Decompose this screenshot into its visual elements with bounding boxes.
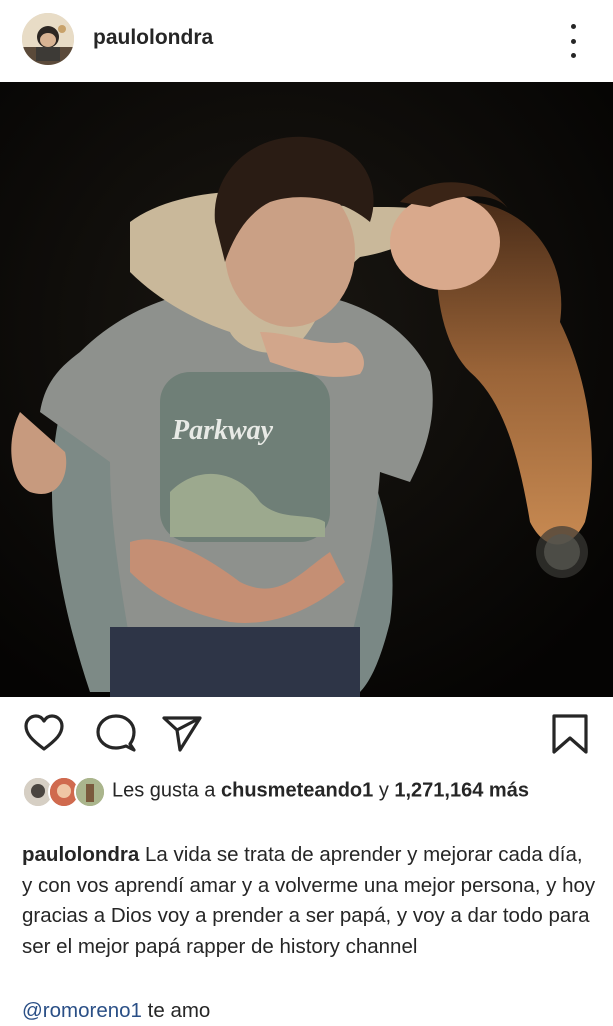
comment-text: te amo (147, 999, 211, 1022)
likes-joiner: y (378, 779, 389, 802)
likes-suffix: más (488, 779, 529, 802)
post-username[interactable]: paulolondra (93, 26, 213, 50)
more-vertical-icon[interactable] (560, 24, 586, 58)
likes-user[interactable]: chusmeteando1 (221, 779, 373, 801)
paper-plane-icon[interactable] (160, 712, 204, 756)
avatar-image (22, 13, 74, 65)
likes-count[interactable]: 1,271,164 (394, 779, 483, 801)
post-photo[interactable]: Parkway (0, 82, 613, 697)
liker-avatar (74, 776, 106, 808)
heart-icon[interactable] (22, 712, 66, 756)
post-caption: paulolondra La vida se trata de aprender… (22, 840, 597, 962)
post-actions (0, 712, 613, 762)
liker-avatars (22, 776, 108, 808)
comment-mention[interactable]: @romoreno1 (22, 999, 142, 1022)
bookmark-icon[interactable] (548, 712, 592, 756)
comment-icon[interactable] (94, 712, 138, 756)
likes-prefix: Les gusta a (112, 779, 216, 802)
comment: @romoreno1 te amo (22, 996, 597, 1026)
post-image: Parkway (0, 82, 613, 697)
likes-summary[interactable]: Les gusta a chusmeteando1 y 1,271,164 má… (22, 776, 592, 808)
profile-avatar[interactable] (22, 13, 74, 65)
shirt-text: Parkway (171, 415, 274, 446)
post-header: paulolondra (0, 0, 613, 80)
caption-username[interactable]: paulolondra (22, 843, 139, 866)
